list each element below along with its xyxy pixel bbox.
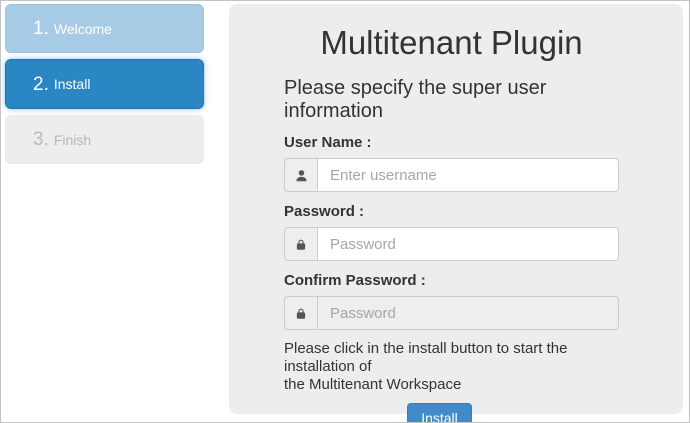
install-note: Please click in the install button to st… (284, 340, 619, 394)
page-title: Multitenant Plugin (284, 25, 619, 61)
lock-icon (284, 296, 318, 330)
install-note-line2: the Multitenant Workspace (284, 376, 619, 394)
username-input-group (284, 158, 619, 192)
lock-icon (284, 227, 318, 261)
username-input[interactable] (318, 158, 619, 192)
install-button[interactable]: Install (407, 403, 472, 423)
install-note-line1: Please click in the install button to st… (284, 340, 619, 376)
installer-window: 1. Welcome 2. Install 3. Finish Multiten… (0, 0, 690, 423)
step-welcome-number: 1. (33, 19, 49, 38)
password-label: Password : (284, 203, 619, 220)
user-icon (284, 158, 318, 192)
step-welcome-label: Welcome (54, 22, 112, 36)
password-input-group (284, 227, 619, 261)
step-install-number: 2. (33, 75, 49, 94)
step-finish[interactable]: 3. Finish (5, 115, 204, 164)
page-subtitle: Please specify the super user informatio… (284, 77, 619, 123)
password-input[interactable] (318, 227, 619, 261)
step-install[interactable]: 2. Install (5, 59, 204, 109)
username-label: User Name : (284, 134, 619, 151)
step-install-label: Install (54, 77, 91, 91)
step-finish-number: 3. (33, 130, 49, 149)
install-button-row: Install (272, 403, 607, 423)
confirm-password-input-group (284, 296, 619, 330)
confirm-password-input[interactable] (318, 296, 619, 330)
install-panel: Multitenant Plugin Please specify the su… (229, 4, 683, 414)
confirm-password-label: Confirm Password : (284, 272, 619, 289)
step-welcome[interactable]: 1. Welcome (5, 4, 204, 53)
wizard-step-list: 1. Welcome 2. Install 3. Finish (5, 4, 204, 170)
step-finish-label: Finish (54, 133, 91, 147)
